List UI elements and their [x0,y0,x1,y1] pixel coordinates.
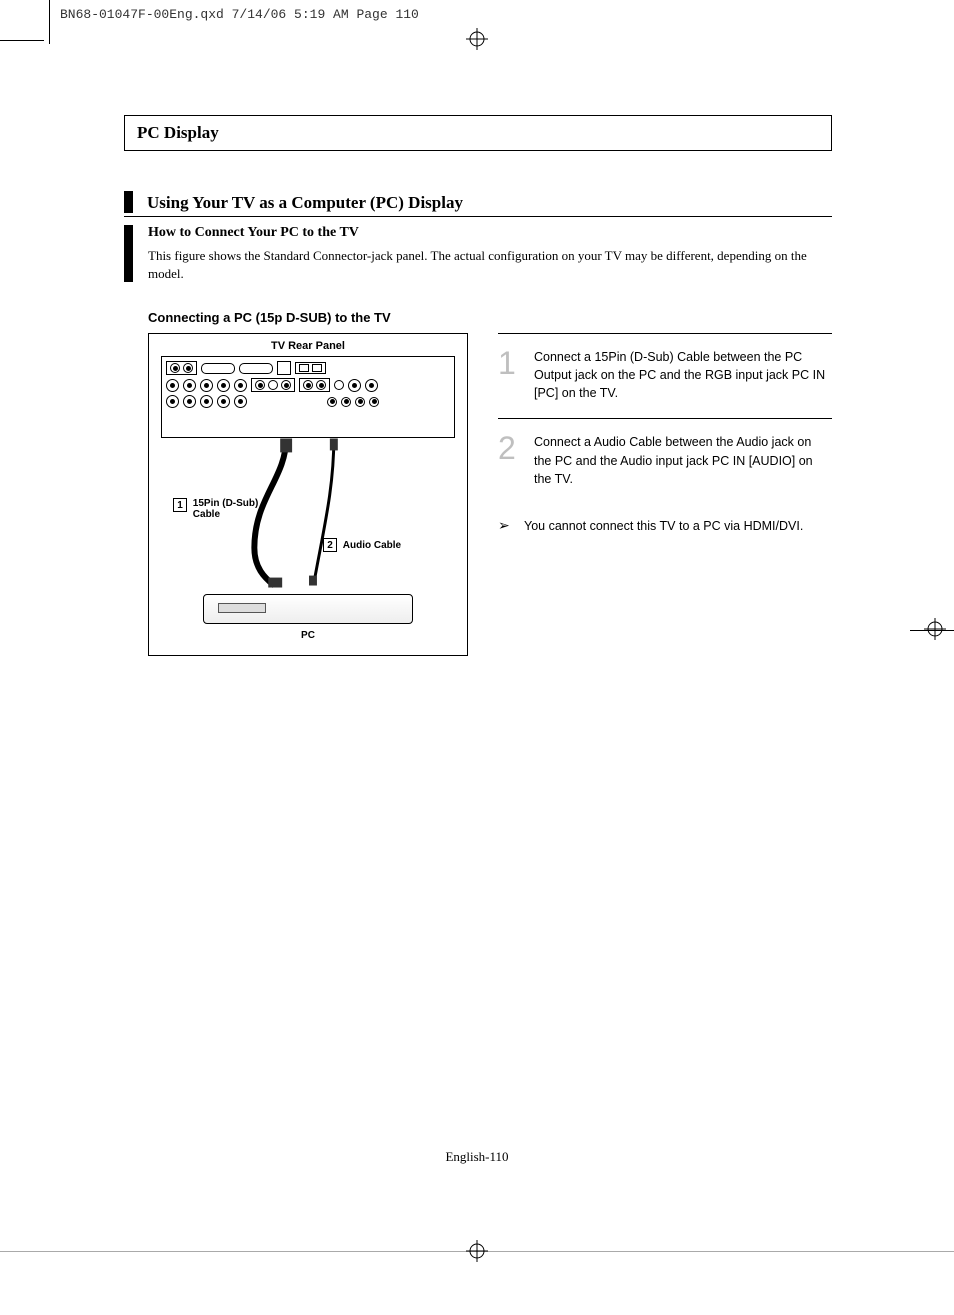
section-title: Using Your TV as a Computer (PC) Display [147,193,463,213]
page-content: PC Display Using Your TV as a Computer (… [124,115,832,656]
page-footer: English-110 [0,1149,954,1165]
print-header: BN68-01047F-00Eng.qxd 7/14/06 5:19 AM Pa… [60,7,419,22]
label-number-box: 2 [323,538,337,552]
intro-description: This figure shows the Standard Connector… [148,247,832,282]
pc-device-icon [203,594,413,624]
cable-label-2: 2 Audio Cable [323,538,401,552]
diagram-title: TV Rear Panel [155,340,461,352]
step-text: Connect a Audio Cable between the Audio … [534,433,832,487]
note-text: You cannot connect this TV to a PC via H… [524,518,803,536]
cable-label-2-text: Audio Cable [343,540,401,551]
section-heading: Using Your TV as a Computer (PC) Display [124,191,832,217]
step-item: 1 Connect a 15Pin (D-Sub) Cable between … [498,333,832,418]
label-number-box: 1 [173,498,187,512]
cable-label-1-text: 15Pin (D-Sub) Cable [193,498,263,520]
cable-label-1: 1 15Pin (D-Sub) Cable [173,498,263,520]
step-text: Connect a 15Pin (D-Sub) Cable between th… [534,348,832,402]
step-number: 1 [498,348,524,402]
connector-panel-icon [161,356,455,438]
note-arrow-icon: ➢ [498,518,514,536]
cable-area: 1 15Pin (D-Sub) Cable 2 Audio Cable [155,438,461,588]
intro-bar-icon [124,225,133,282]
heading-bar-icon [124,191,133,213]
diagram-box: TV Rear Panel [148,333,468,656]
section-box: PC Display [124,115,832,151]
intro-heading: How to Connect Your PC to the TV [148,225,832,241]
step-number: 2 [498,433,524,487]
pc-label: PC [155,630,461,641]
intro-block: How to Connect Your PC to the TV This fi… [124,225,832,282]
registration-mark-icon [924,618,946,640]
crop-mark-icon [46,0,50,44]
sub-heading: Connecting a PC (15p D-SUB) to the TV [148,310,832,325]
crop-mark-icon [0,40,44,41]
note-row: ➢ You cannot connect this TV to a PC via… [498,518,832,536]
registration-mark-icon [466,1240,488,1262]
steps-column: 1 Connect a 15Pin (D-Sub) Cable between … [498,333,832,656]
step-item: 2 Connect a Audio Cable between the Audi… [498,418,832,503]
registration-mark-icon [466,28,488,50]
